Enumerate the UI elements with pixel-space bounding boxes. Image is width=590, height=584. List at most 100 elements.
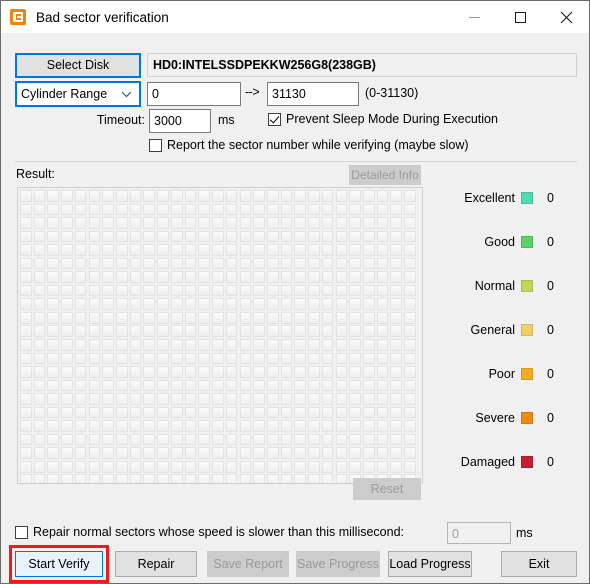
sector-cell xyxy=(198,244,210,256)
legend-item-label: General xyxy=(470,323,515,337)
sector-cell xyxy=(280,366,293,378)
sector-cell xyxy=(198,393,210,405)
close-button[interactable] xyxy=(543,1,589,33)
sector-cell xyxy=(33,420,46,432)
sector-cell xyxy=(321,203,334,216)
sector-grid[interactable] xyxy=(20,190,422,483)
minimize-button[interactable] xyxy=(451,1,497,33)
range-mode-dropdown[interactable]: Cylinder Range xyxy=(15,81,141,107)
report-sector-checkbox-row[interactable]: Report the sector number while verifying… xyxy=(149,138,469,152)
sector-cell xyxy=(47,339,60,351)
sector-cell xyxy=(280,460,293,473)
sector-cell xyxy=(321,447,334,459)
repair-threshold-input[interactable]: 0 xyxy=(447,522,511,544)
sector-cell xyxy=(212,352,224,365)
sector-cell xyxy=(61,460,73,473)
sector-cell xyxy=(116,203,128,216)
sector-cell xyxy=(404,203,416,216)
sector-map-panel xyxy=(17,187,423,484)
save-progress-button[interactable]: Save Progress xyxy=(296,551,380,577)
sector-cell xyxy=(170,406,183,419)
sector-cell xyxy=(33,203,46,216)
sector-cell xyxy=(280,311,293,324)
legend-item-count: 0 xyxy=(547,235,554,249)
sector-cell xyxy=(321,474,334,483)
sector-cell xyxy=(266,284,279,297)
sector-cell xyxy=(376,447,389,459)
sector-cell xyxy=(266,311,279,324)
sector-cell xyxy=(61,339,73,351)
detailed-info-button[interactable]: Detailed Info xyxy=(349,165,421,185)
sector-cell xyxy=(102,460,114,473)
sector-cell xyxy=(143,447,156,459)
legend-color-swatch xyxy=(521,456,533,468)
sector-cell xyxy=(253,244,265,256)
sector-cell xyxy=(294,217,306,229)
sector-cell xyxy=(308,230,320,243)
sector-cell xyxy=(404,230,416,243)
exit-button[interactable]: Exit xyxy=(501,551,577,577)
repair-button[interactable]: Repair xyxy=(115,551,197,577)
load-progress-button[interactable]: Load Progress xyxy=(388,551,472,577)
sector-cell xyxy=(129,311,142,324)
maximize-button[interactable] xyxy=(497,1,543,33)
sector-cell xyxy=(390,460,402,473)
sector-cell xyxy=(61,298,73,310)
report-sector-checkbox[interactable] xyxy=(149,138,162,152)
prevent-sleep-checkbox-row[interactable]: Prevent Sleep Mode During Execution xyxy=(268,112,498,126)
sector-cell xyxy=(212,433,224,446)
sector-cell xyxy=(404,406,416,419)
sector-cell xyxy=(143,393,156,405)
sector-cell xyxy=(184,420,197,432)
repair-slow-sectors-checkbox[interactable] xyxy=(15,525,28,539)
sector-cell xyxy=(280,190,293,202)
reset-button[interactable]: Reset xyxy=(353,478,421,500)
sector-cell xyxy=(47,460,60,473)
sector-cell xyxy=(198,406,210,419)
timeout-input[interactable]: 3000 xyxy=(149,109,211,133)
sector-cell xyxy=(33,298,46,310)
sector-cell xyxy=(308,298,320,310)
range-start-input[interactable]: 0 xyxy=(147,82,241,106)
sector-cell xyxy=(88,366,101,378)
sector-cell xyxy=(308,447,320,459)
sector-cell xyxy=(143,352,156,365)
sector-cell xyxy=(253,217,265,229)
sector-cell xyxy=(102,352,114,365)
sector-cell xyxy=(321,311,334,324)
sector-cell xyxy=(349,406,361,419)
sector-cell xyxy=(253,433,265,446)
sector-cell xyxy=(239,203,252,216)
sector-cell xyxy=(20,474,32,483)
sector-cell xyxy=(33,406,46,419)
sector-cell xyxy=(157,203,169,216)
sector-cell xyxy=(88,230,101,243)
sector-cell xyxy=(308,190,320,202)
save-report-button[interactable]: Save Report xyxy=(207,551,289,577)
sector-cell xyxy=(116,379,128,392)
start-verify-button[interactable]: Start Verify xyxy=(15,551,103,577)
sector-cell xyxy=(212,217,224,229)
sector-cell xyxy=(225,420,238,432)
sector-cell xyxy=(157,311,169,324)
sector-cell xyxy=(33,366,46,378)
range-end-input[interactable]: 31130 xyxy=(267,82,359,106)
sector-cell xyxy=(266,433,279,446)
sector-cell xyxy=(129,244,142,256)
legend-item-normal: Normal 0 xyxy=(431,279,577,293)
legend-color-swatch xyxy=(521,412,533,424)
prevent-sleep-checkbox[interactable] xyxy=(268,112,281,126)
sector-cell xyxy=(116,257,128,270)
repair-slow-sectors-checkbox-row[interactable]: Repair normal sectors whose speed is slo… xyxy=(15,525,404,539)
sector-cell xyxy=(239,460,252,473)
sector-cell xyxy=(349,298,361,310)
sector-cell xyxy=(390,311,402,324)
select-disk-button[interactable]: Select Disk xyxy=(15,53,141,78)
sector-cell xyxy=(198,352,210,365)
sector-cell xyxy=(61,352,73,365)
sector-cell xyxy=(198,433,210,446)
sector-cell xyxy=(20,284,32,297)
sector-cell xyxy=(349,190,361,202)
sector-cell xyxy=(349,311,361,324)
sector-cell xyxy=(170,460,183,473)
